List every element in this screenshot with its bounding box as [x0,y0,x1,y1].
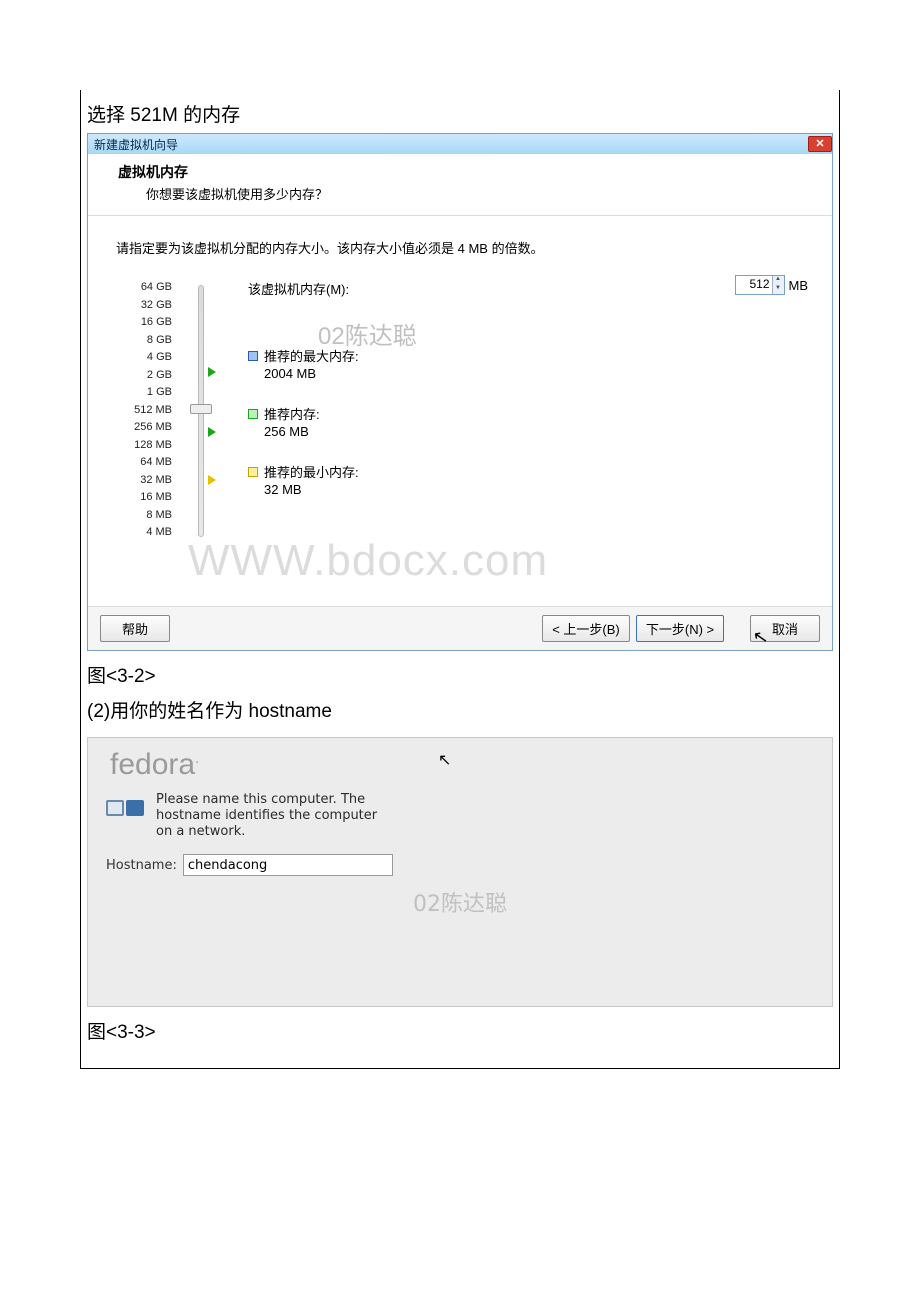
vm-header-sub: 你想要该虚拟机使用多少内存？ [118,184,802,203]
hostname-label: Hostname: [106,858,177,873]
rec-value: 256 MB [264,423,320,440]
scale-item: 8 MB [108,507,172,525]
rec-min-label: 推荐的最小内存: [264,464,359,481]
watermark-name: 02陈达聪 [106,886,814,918]
cursor-icon: ↖ [751,626,770,649]
fedora-window: fedora. ↖ Please name this computer. The… [87,737,833,1007]
scale-item: 32 MB [108,472,172,490]
scale-item: 128 MB [108,437,172,455]
vm-window-title: 新建虚拟机向导 [94,136,178,153]
marker-max-icon [208,367,216,377]
computer-icon [106,792,146,826]
vm-header: 虚拟机内存 你想要该虚拟机使用多少内存？ [88,154,832,216]
scale-item: 16 MB [108,489,172,507]
next-button[interactable]: 下一步(N) > [636,615,724,642]
scale-item: 64 MB [108,454,172,472]
vm-footer: 帮助 < 上一步(B) 下一步(N) > 取消 ↖ [88,606,832,650]
scale-item: 2 GB [108,367,172,385]
memory-scale: 64 GB 32 GB 16 GB 8 GB 4 GB 2 GB 1 GB 51… [108,279,178,542]
cursor-icon: ↖ [438,750,451,769]
scale-item: 16 GB [108,314,172,332]
marker-min-icon [208,475,216,485]
help-button[interactable]: 帮助 [100,615,170,642]
rec-marker-icon [248,409,258,419]
back-button[interactable]: < 上一步(B) [542,615,630,642]
hostname-input[interactable] [183,854,393,876]
scale-item: 8 GB [108,332,172,350]
vm-titlebar: 新建虚拟机向导 ✕ [88,134,832,154]
vm-body-desc: 请指定要为该虚拟机分配的内存大小。该内存大小值必须是 4 MB 的倍数。 [116,238,812,257]
rec-max-label: 推荐的最大内存: [264,348,359,365]
fedora-logo: fedora. [88,738,832,782]
scale-item: 4 GB [108,349,172,367]
vm-header-title: 虚拟机内存 [118,162,802,182]
figure-caption-3-2: 图<3-2> [87,651,833,692]
memory-value[interactable]: 512 [736,276,772,294]
spinner-up-icon[interactable]: ▲ [773,276,784,285]
scale-item: 1 GB [108,384,172,402]
close-button[interactable]: ✕ [808,136,832,152]
memory-slider[interactable] [178,279,238,544]
scale-item: 4 MB [108,524,172,542]
slider-handle[interactable] [190,404,212,414]
scale-item: 32 GB [108,297,172,315]
scale-item: 64 GB [108,279,172,297]
fedora-description: Please name this computer. The hostname … [156,792,396,840]
memory-unit: MB [789,278,809,293]
memory-spinner[interactable]: 512 ▲▼ [735,275,785,295]
scale-item: 256 MB [108,419,172,437]
marker-rec-icon [208,427,216,437]
rec-max-value: 2004 MB [264,365,359,382]
scale-item: 512 MB [108,402,172,420]
rec-min-value: 32 MB [264,481,359,498]
memory-label: 该虚拟机内存(M): [248,279,812,298]
vm-wizard-window: 新建虚拟机向导 ✕ 虚拟机内存 你想要该虚拟机使用多少内存？ 请指定要为该虚拟机… [87,133,833,651]
figure-caption-3-3: 图<3-3> [87,1007,833,1048]
spinner-down-icon[interactable]: ▼ [773,285,784,294]
rec-max-marker-icon [248,351,258,361]
rec-label: 推荐内存: [264,406,320,423]
doc-line-2: (2)用你的姓名作为 hostname [87,692,833,729]
vm-body: 请指定要为该虚拟机分配的内存大小。该内存大小值必须是 4 MB 的倍数。 64 … [88,216,832,606]
doc-line-1: 选择 521M 的内存 [87,96,833,133]
rec-min-marker-icon [248,467,258,477]
